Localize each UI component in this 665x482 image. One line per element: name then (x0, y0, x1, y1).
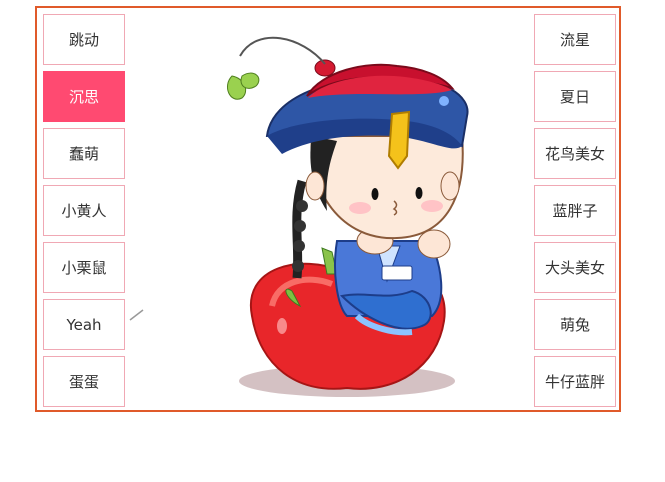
menu-button-tiaodong[interactable]: 跳动 (43, 14, 125, 65)
menu-button-xiari[interactable]: 夏日 (534, 71, 616, 122)
menu-button-mengtu[interactable]: 萌兔 (534, 299, 616, 350)
menu-button-xiaohuangren[interactable]: 小黄人 (43, 185, 125, 236)
menu-button-chensi[interactable]: 沉思 (43, 71, 125, 122)
menu-button-yeah[interactable]: Yeah (43, 299, 125, 350)
menu-button-xiaolishu[interactable]: 小栗鼠 (43, 242, 125, 293)
right-menu: 流星 夏日 花鸟美女 蓝胖子 大头美女 萌兔 牛仔蓝胖 (534, 14, 616, 413)
menu-button-dandan[interactable]: 蛋蛋 (43, 356, 125, 407)
menu-button-chunmeng[interactable]: 蠢萌 (43, 128, 125, 179)
menu-button-huaniaomeinv[interactable]: 花鸟美女 (534, 128, 616, 179)
menu-button-liuxing[interactable]: 流星 (534, 14, 616, 65)
cartoon-boy-illustration (227, 36, 469, 397)
left-menu: 跳动 沉思 蠢萌 小黄人 小栗鼠 Yeah 蛋蛋 (43, 14, 125, 413)
animation-demo-frame: 跳动 沉思 蠢萌 小黄人 小栗鼠 Yeah 蛋蛋 流星 夏日 花鸟美女 蓝胖子 … (35, 6, 621, 412)
menu-button-niuzailanpang[interactable]: 牛仔蓝胖 (534, 356, 616, 407)
menu-button-datoumeinv[interactable]: 大头美女 (534, 242, 616, 293)
menu-button-lanpangzi[interactable]: 蓝胖子 (534, 185, 616, 236)
